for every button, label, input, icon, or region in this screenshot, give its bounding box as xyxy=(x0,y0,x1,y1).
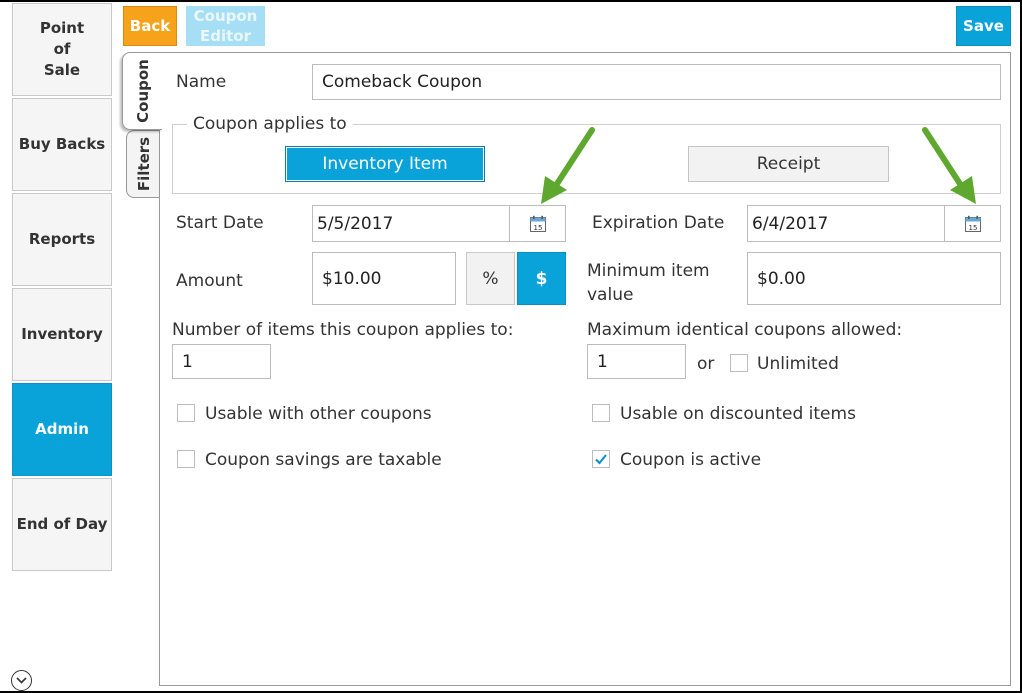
name-input[interactable]: Comeback Coupon xyxy=(312,64,1001,100)
start-date-calendar-button[interactable]: 15 xyxy=(509,205,566,242)
checkmark-icon xyxy=(595,454,607,465)
nav-point-of-sale[interactable]: Point of Sale xyxy=(12,3,112,96)
start-calendar-day: 15 xyxy=(533,224,542,232)
annotation-arrow-icon xyxy=(922,127,976,204)
calendar-icon: 15 xyxy=(964,215,981,232)
amount-input[interactable]: $10.00 xyxy=(312,252,456,305)
calendar-icon: 15 xyxy=(529,215,546,232)
expiration-date-label: Expiration Date xyxy=(592,213,725,233)
coupon-savings-taxable-checkbox[interactable] xyxy=(177,450,195,468)
or-label: or xyxy=(697,354,715,374)
amount-label: Amount xyxy=(176,271,243,291)
tab-coupon-label: Coupon xyxy=(133,59,152,123)
expiration-date-input[interactable]: 6/4/2017 xyxy=(747,205,945,242)
coupon-editor-button[interactable]: Coupon Editor xyxy=(186,6,265,46)
min-item-value-input[interactable]: $0.00 xyxy=(747,252,1001,305)
percent-toggle-button[interactable]: % xyxy=(466,252,515,305)
max-identical-input[interactable]: 1 xyxy=(587,344,686,379)
nav-admin[interactable]: Admin xyxy=(12,383,112,476)
num-items-label: Number of items this coupon applies to: xyxy=(172,320,514,340)
coupon-is-active-checkbox[interactable] xyxy=(592,450,610,468)
tab-filters-label: Filters xyxy=(135,136,154,192)
usable-on-discounted-items-label: Usable on discounted items xyxy=(620,404,856,424)
nav-buy-backs[interactable]: Buy Backs xyxy=(12,98,112,191)
nav-reports[interactable]: Reports xyxy=(12,193,112,286)
dollar-toggle-button[interactable]: $ xyxy=(517,252,566,305)
coupon-is-active-label: Coupon is active xyxy=(620,450,762,470)
applies-to-legend: Coupon applies to xyxy=(187,114,353,134)
nav-end-of-day[interactable]: End of Day xyxy=(12,478,112,571)
start-date-label: Start Date xyxy=(176,213,264,233)
unlimited-checkbox[interactable] xyxy=(730,354,748,372)
min-item-value-label: Minimum item value xyxy=(587,261,710,305)
chevron-down-circle-icon[interactable] xyxy=(11,670,32,691)
expiration-calendar-day: 15 xyxy=(968,224,977,232)
coupon-savings-taxable-label: Coupon savings are taxable xyxy=(205,450,442,470)
back-button[interactable]: Back xyxy=(123,6,177,46)
save-button[interactable]: Save xyxy=(956,6,1011,46)
annotation-arrow-icon xyxy=(541,127,595,204)
name-label: Name xyxy=(176,72,227,92)
start-date-input[interactable]: 5/5/2017 xyxy=(312,205,510,242)
usable-on-discounted-items-checkbox[interactable] xyxy=(592,404,610,422)
tab-filters[interactable]: Filters xyxy=(126,130,162,198)
unlimited-label: Unlimited xyxy=(757,354,839,374)
nav-inventory[interactable]: Inventory xyxy=(12,288,112,381)
inventory-item-button[interactable]: Inventory Item xyxy=(285,146,485,182)
usable-with-other-coupons-checkbox[interactable] xyxy=(177,404,195,422)
max-identical-label: Maximum identical coupons allowed: xyxy=(587,320,903,340)
expiration-date-calendar-button[interactable]: 15 xyxy=(944,205,1001,242)
tab-coupon[interactable]: Coupon xyxy=(122,52,162,130)
receipt-button[interactable]: Receipt xyxy=(688,146,889,182)
usable-with-other-coupons-label: Usable with other coupons xyxy=(205,404,432,424)
num-items-input[interactable]: 1 xyxy=(172,344,271,379)
